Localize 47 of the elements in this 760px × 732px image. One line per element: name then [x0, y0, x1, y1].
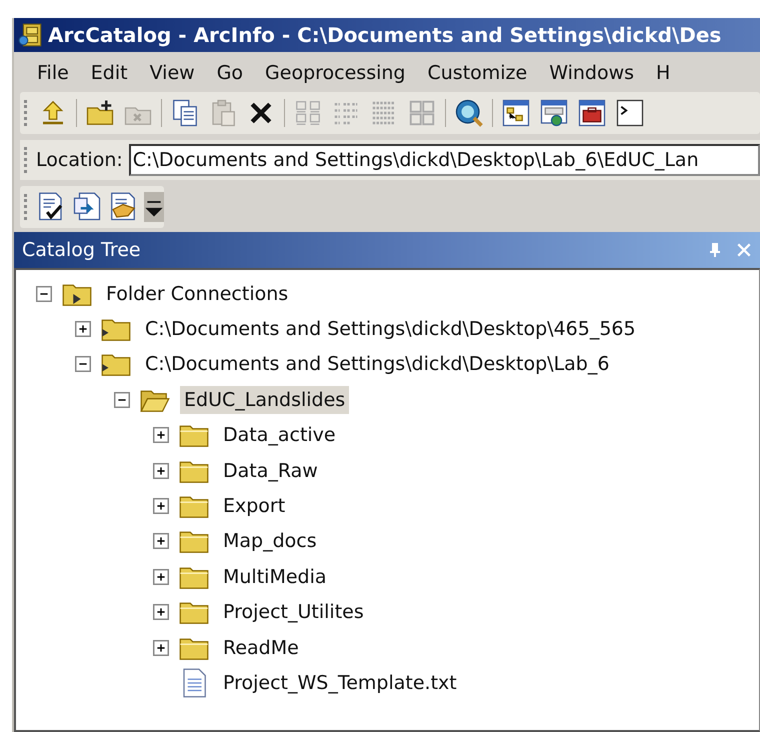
expand-icon[interactable]: [75, 321, 91, 338]
search-icon[interactable]: [454, 98, 484, 128]
collapse-icon[interactable]: [75, 356, 91, 372]
expand-icon[interactable]: [153, 498, 169, 514]
tree-item[interactable]: Map_docs: [219, 527, 321, 556]
location-field[interactable]: C:\Documents and Settings\dickd\Desktop\Lab_6\EdUC_Lan: [128, 144, 760, 176]
tree-window-icon[interactable]: [501, 98, 531, 128]
tree-item[interactable]: C:\Documents and Settings\dickd\Desktop\465_565: [141, 315, 640, 344]
copy-icon[interactable]: [170, 98, 200, 128]
tree-item[interactable]: Project_WS_Template.txt: [219, 668, 461, 697]
panel-title: Catalog Tree: [22, 239, 142, 261]
tree-item[interactable]: Data_Raw: [219, 456, 322, 485]
command-window-icon[interactable]: [615, 98, 645, 128]
collapse-icon[interactable]: [36, 286, 52, 302]
expand-icon[interactable]: [153, 568, 169, 585]
globe-window-icon[interactable]: [539, 98, 569, 128]
edit-page-icon[interactable]: [108, 192, 138, 222]
menu-item[interactable]: File: [26, 62, 80, 84]
tree-item[interactable]: MultiMedia: [219, 562, 331, 591]
expand-icon[interactable]: [153, 427, 169, 444]
cabinet-icon: [18, 22, 44, 48]
toolbox-window-icon[interactable]: [577, 98, 607, 128]
menu-item[interactable]: Windows: [538, 62, 646, 84]
expand-icon[interactable]: [153, 533, 169, 550]
menu-item[interactable]: Go: [206, 62, 254, 84]
overflow-icon[interactable]: [144, 192, 164, 222]
menu-item[interactable]: Edit: [80, 62, 139, 84]
window-title: ArcCatalog - ArcInfo - C:\Documents and Settings\dickd\Des: [48, 23, 722, 47]
location-label: Location:: [36, 149, 123, 171]
import-page-icon[interactable]: [72, 192, 102, 222]
collapse-icon[interactable]: [114, 392, 130, 408]
expand-icon[interactable]: [153, 604, 169, 620]
tree-item[interactable]: ReadMe: [219, 634, 303, 662]
menu-item[interactable]: H: [645, 62, 682, 84]
thumbnails-icon[interactable]: [407, 98, 437, 128]
expand-icon[interactable]: [153, 640, 169, 656]
tree-item[interactable]: C:\Documents and Settings\dickd\Desktop\Lab_6: [141, 350, 614, 378]
menu-item[interactable]: Geoprocessing: [254, 62, 416, 84]
folder-plus-icon[interactable]: [85, 98, 115, 128]
tree-item[interactable]: Data_active: [219, 421, 340, 450]
tree-item[interactable]: Folder Connections: [102, 280, 292, 308]
tree-item[interactable]: EdUC_Landslides: [180, 386, 350, 414]
menu-item[interactable]: View: [138, 62, 206, 84]
tree-item[interactable]: Export: [219, 492, 290, 520]
expand-icon[interactable]: [153, 462, 169, 479]
menu-item[interactable]: Customize: [416, 62, 538, 84]
tree-item[interactable]: Project_Utilites: [219, 598, 368, 626]
